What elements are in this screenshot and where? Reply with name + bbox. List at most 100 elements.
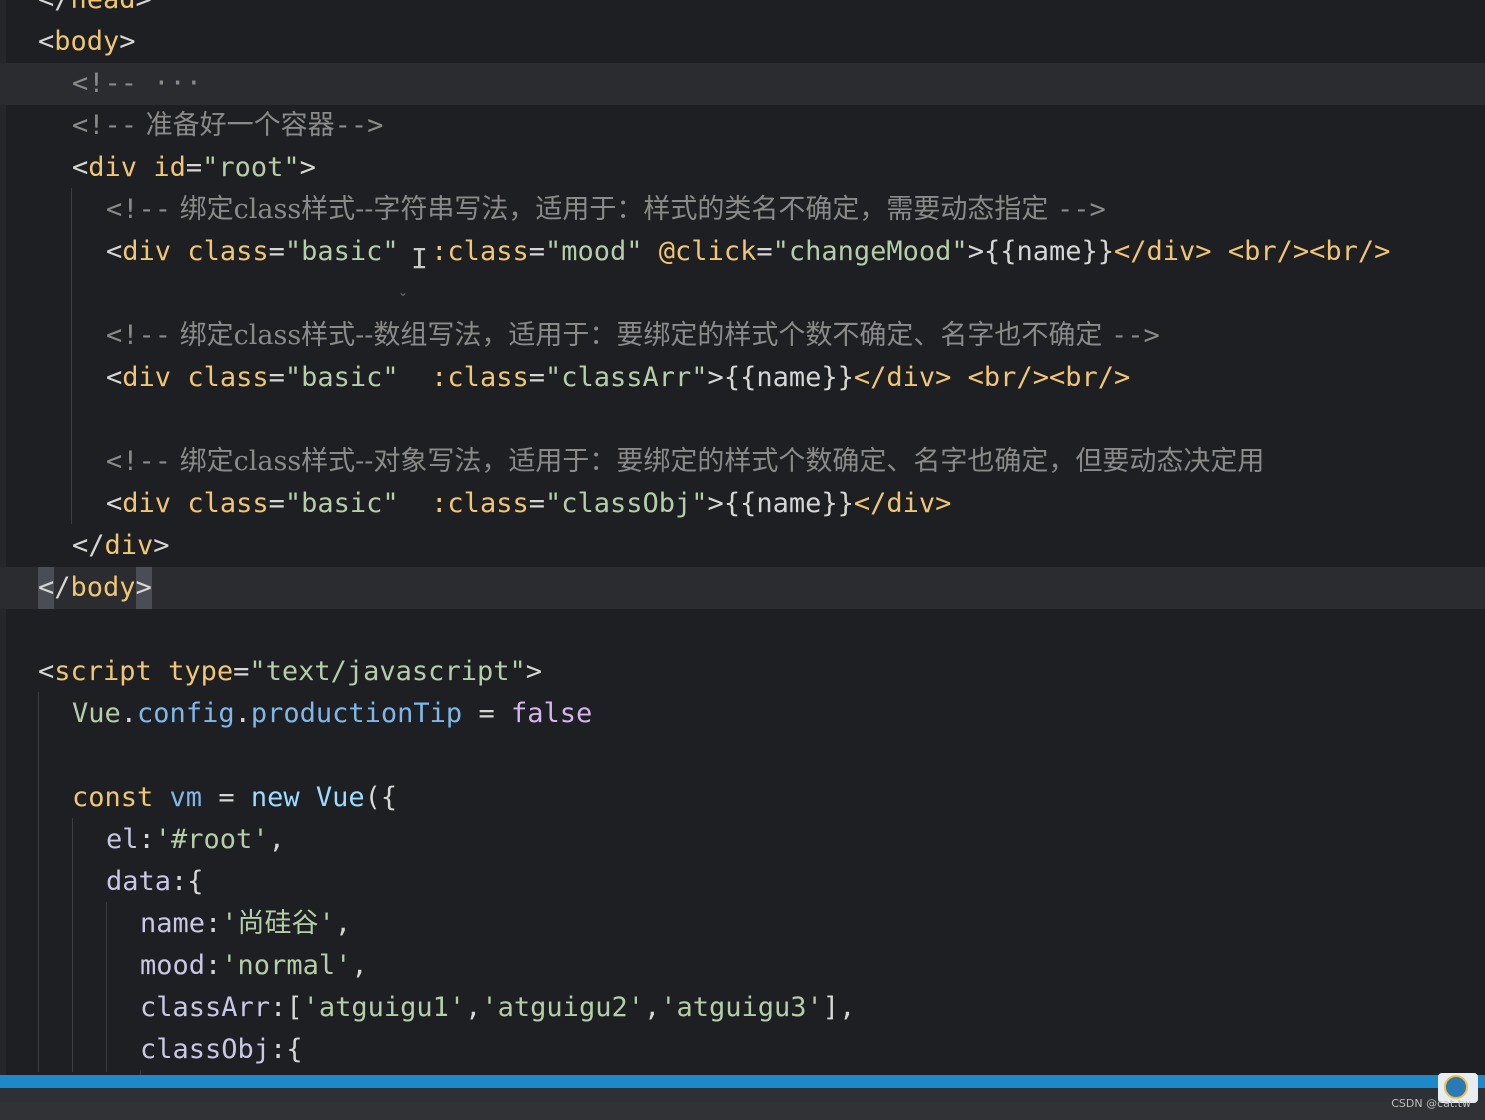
progress-bar[interactable] — [0, 1075, 1485, 1088]
token: > — [119, 26, 136, 57]
token: , — [465, 992, 482, 1023]
token: mood — [140, 950, 206, 981]
token: <!-- — [106, 320, 172, 351]
token: const — [72, 782, 154, 813]
token: 准备好一个容器 — [137, 110, 335, 141]
token: , — [334, 908, 352, 939]
token: false — [510, 698, 593, 729]
token: <br/><br/> — [967, 362, 1131, 393]
token: : — [171, 866, 188, 897]
code-line-comment: <!-- 绑定class样式--对象写法，适用于：要绑定的样式个数确定、名字也确… — [0, 441, 1485, 483]
token: 'atguigu2' — [481, 992, 644, 1023]
token: < — [106, 362, 123, 393]
code-line-head-close: </head> — [0, 0, 1485, 21]
token: '#root' — [154, 824, 269, 855]
token: @click — [658, 236, 757, 267]
token: "basic" — [284, 362, 399, 393]
token: "basic" — [284, 488, 399, 519]
token: ] — [822, 992, 840, 1023]
token: < — [72, 152, 89, 183]
token: <!-- — [72, 110, 138, 141]
token: classObj — [140, 1034, 271, 1065]
token: script — [54, 656, 152, 687]
token: body — [54, 26, 120, 57]
token: "root" — [202, 152, 300, 183]
code-line-const-vm: const vm = new Vue({ — [0, 777, 1485, 819]
token: data — [106, 866, 172, 897]
token: Vue — [72, 698, 121, 729]
token: :class — [431, 236, 529, 267]
token: 绑定class样式--对象写法，适用于：要绑定的样式个数确定、名字也确定，但要动… — [171, 446, 1265, 477]
progress-bar-shade — [0, 1088, 1485, 1102]
token: type — [168, 656, 234, 687]
token: </div> — [1114, 236, 1212, 267]
token: = — [528, 236, 545, 267]
code-line-config: Vue.config.productionTip = false — [0, 693, 1485, 735]
token: :class — [431, 362, 529, 393]
token: 绑定class样式--数组写法，适用于：要绑定的样式个数不确定、名字也不确定 — [171, 320, 1112, 351]
token: --> — [1111, 320, 1160, 351]
token: { — [286, 1034, 303, 1065]
token: "changeMood" — [772, 236, 968, 267]
code-line-mood: mood:'normal', — [0, 945, 1485, 987]
fold-ellipsis-icon[interactable]: ··· — [153, 68, 202, 99]
token: head — [71, 0, 136, 15]
token: '尚硅谷' — [221, 908, 335, 939]
token: "basic" — [284, 236, 399, 267]
token: <!-- — [106, 446, 172, 477]
token: productionTip — [250, 698, 463, 729]
token: class — [187, 488, 269, 519]
token: = — [233, 656, 250, 687]
code-line-div-classobj: <div class="basic" :class="classObj">{{n… — [0, 483, 1485, 525]
token: --> — [334, 110, 384, 141]
code-line-div-root: <div id="root"> — [0, 147, 1485, 189]
token: = — [756, 236, 773, 267]
code-line-folded-comment[interactable]: <!-- ··· — [0, 63, 1485, 105]
token: <br/><br/> — [1227, 236, 1391, 267]
token: > — [153, 530, 170, 561]
token: </div> — [853, 488, 952, 519]
code-line-comment: <!-- 绑定class样式--字符串写法，适用于：样式的类名不确定，需要动态指… — [0, 189, 1485, 231]
token: ({ — [364, 782, 398, 813]
token: . — [234, 698, 251, 729]
token: / — [54, 572, 71, 603]
watermark-text: CSDN @cat.tw — [1391, 1097, 1471, 1110]
token: "classObj" — [544, 488, 708, 519]
token: classArr — [140, 992, 271, 1023]
token: = — [202, 782, 251, 813]
token: "classArr" — [544, 362, 708, 393]
token: : — [205, 908, 222, 939]
token: > — [707, 488, 724, 519]
token: <!-- — [72, 68, 138, 99]
token: "text/javascript" — [249, 656, 526, 687]
token: 'atguigu3' — [660, 992, 823, 1023]
code-line-body-close[interactable]: </body> — [0, 567, 1485, 609]
code-line-name: name:'尚硅谷', — [0, 903, 1485, 945]
token: = — [462, 698, 511, 729]
token: <!-- — [106, 194, 172, 225]
token: {{name}} — [983, 236, 1114, 267]
code-line-div-mood: <div class="basic" :class="mood" @click=… — [0, 231, 1485, 273]
token: div — [88, 152, 138, 183]
token: div — [104, 530, 154, 561]
code-line-classobj: classObj:{ — [0, 1029, 1485, 1071]
token: , — [351, 950, 368, 981]
token: "mood" — [544, 236, 643, 267]
token: , — [268, 824, 285, 855]
fold-marker-icon[interactable]: ⌄ — [398, 285, 408, 299]
token: 'normal' — [221, 950, 352, 981]
matched-bracket: < — [38, 567, 55, 609]
token: : — [270, 1034, 287, 1065]
code-editor[interactable]: </head> <body> <!-- ··· <!-- 准备好一个容器--> … — [0, 0, 1485, 1120]
token: --> — [1057, 194, 1106, 225]
token: {{name}} — [723, 362, 854, 393]
code-line-comment: <!-- 绑定class样式--数组写法，适用于：要绑定的样式个数不确定、名字也… — [0, 315, 1485, 357]
token: = — [528, 488, 545, 519]
token: div — [122, 488, 172, 519]
token: > — [967, 236, 984, 267]
token: , — [839, 992, 856, 1023]
token: , — [643, 992, 661, 1023]
code-line-classarr: classArr:['atguigu1','atguigu2','atguigu… — [0, 987, 1485, 1029]
token: name — [140, 908, 206, 939]
code-line-div-classarr: <div class="basic" :class="classArr">{{n… — [0, 357, 1485, 399]
